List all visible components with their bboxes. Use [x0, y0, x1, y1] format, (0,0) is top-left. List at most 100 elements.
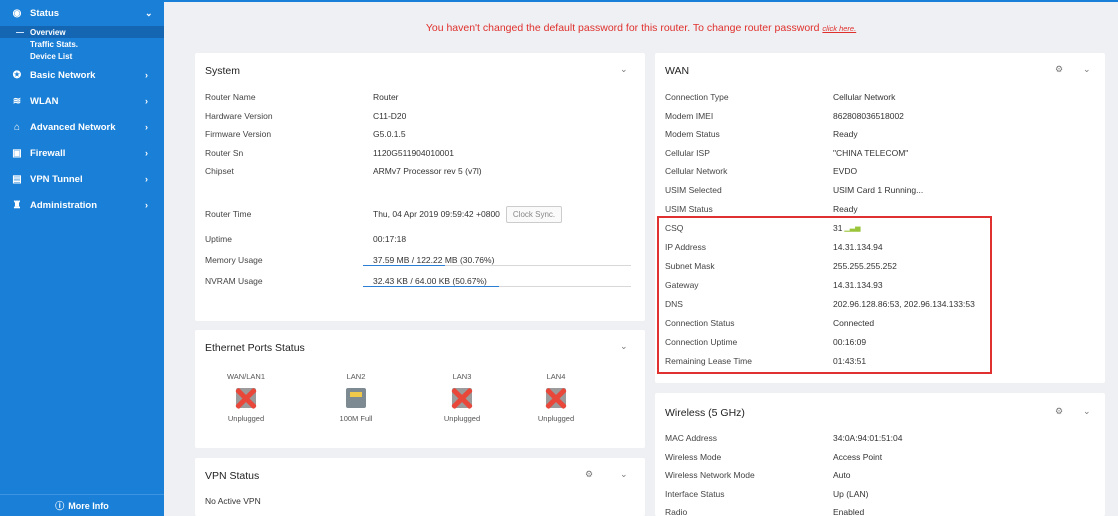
ethernet-ports-panel: Ethernet Ports Status ⌄ WAN/LAN1 Unplugg…	[195, 330, 645, 448]
chevron-right-icon: ›	[145, 70, 148, 80]
row-value: 34:0A:94:01:51:04	[833, 433, 903, 443]
row-key: MAC Address	[665, 433, 717, 443]
chevron-down-icon[interactable]: ⌄	[620, 469, 628, 480]
row-value: Cellular Network	[833, 92, 896, 102]
chevron-down-icon[interactable]: ⌄	[1083, 406, 1091, 417]
sidebar-subitem-overview[interactable]: Overview	[0, 26, 164, 38]
sidebar-item-advanced-network[interactable]: ⌂ Advanced Network ›	[0, 114, 164, 140]
row-value: Access Point	[833, 452, 883, 462]
chevron-right-icon: ›	[145, 148, 148, 158]
uptime-row: Uptime 00:17:18	[205, 230, 635, 248]
gear-icon[interactable]: ⚙	[1055, 406, 1063, 417]
ethernet-unplugged-icon	[452, 388, 472, 408]
more-info-label: More Info	[68, 500, 109, 511]
chevron-down-icon[interactable]: ⌄	[1083, 64, 1091, 75]
globe-icon: ✪	[12, 69, 22, 81]
gear-icon[interactable]: ⚙	[585, 469, 593, 480]
row-key: USIM Selected	[665, 185, 722, 195]
wan-row: Connection Type Cellular Network	[665, 88, 1095, 106]
row-key: Router Name	[205, 92, 256, 102]
row-key: USIM Status	[665, 204, 713, 214]
system-panel: System ⌄ Router Name Router Hardware Vers…	[195, 53, 645, 321]
gear-icon[interactable]: ⚙	[1055, 64, 1063, 75]
firewall-icon: ▣	[12, 147, 22, 159]
memory-usage-row: Memory Usage 37.59 MB / 122.22 MB (30.76%…	[205, 251, 635, 269]
nvram-usage-row: NVRAM Usage 32.43 KB / 64.00 KB (50.67%)	[205, 272, 635, 290]
sidebar-item-status[interactable]: ◉ Status ⌄	[0, 0, 164, 26]
sidebar-item-firewall[interactable]: ▣ Firewall ›	[0, 140, 164, 166]
row-value: ARMv7 Processor rev 5 (v7l)	[373, 166, 482, 176]
row-value: 862808036518002	[833, 111, 904, 121]
port-name: LAN4	[546, 372, 566, 381]
wireless-row: Wireless Mode Access Point	[665, 448, 1095, 466]
chevron-right-icon: ›	[145, 200, 148, 210]
vpn-status-panel: VPN Status ⚙ ⌄ No Active VPN	[195, 458, 645, 516]
wan-row: Modem IMEI 862808036518002	[665, 107, 1095, 125]
nvram-usage-bar-fill	[363, 286, 499, 287]
memory-usage-bar-fill	[363, 265, 446, 266]
highlight-box	[657, 216, 992, 374]
vpn-status-text: No Active VPN	[205, 496, 261, 506]
ethernet-unplugged-icon	[546, 388, 566, 408]
port-status: 100M Full	[339, 414, 373, 423]
port-list: WAN/LAN1 Unplugged LAN2 100M Full LAN3 U…	[195, 372, 645, 442]
row-value: Enabled	[833, 507, 865, 516]
sidebar-item-label: Basic Network	[30, 69, 96, 81]
row-value: Up (LAN)	[833, 489, 869, 499]
vpn-icon: ▤	[12, 173, 22, 185]
system-panel-title: System	[205, 65, 241, 77]
sidebar-item-vpn-tunnel[interactable]: ▤ VPN Tunnel ›	[0, 166, 164, 192]
row-key: Firmware Version	[205, 129, 272, 139]
ethernet-connected-icon	[346, 388, 366, 408]
sidebar-item-basic-network[interactable]: ✪ Basic Network ›	[0, 62, 164, 88]
memory-usage-value: 37.59 MB / 122.22 MB (30.76%)	[373, 255, 495, 265]
router-time-row: Router Time Thu, 04 Apr 2019 09:59:42 +0…	[205, 203, 635, 225]
sidebar-item-administration[interactable]: ♜ Administration ›	[0, 192, 164, 218]
row-value: Ready	[833, 129, 858, 139]
wan-row: Cellular Network EVDO	[665, 162, 1095, 180]
wan-row: Cellular ISP "CHINA TELECOM"	[665, 144, 1095, 162]
router-time-value: Thu, 04 Apr 2019 09:59:42 +0800	[373, 209, 500, 219]
wan-panel-title: WAN	[665, 65, 690, 77]
row-value: G5.0.1.5	[373, 129, 406, 139]
chevron-down-icon[interactable]: ⌄	[620, 341, 628, 352]
row-key: Cellular Network	[665, 166, 728, 176]
notice-text: You haven't changed the default password…	[425, 22, 820, 34]
port-wan-lan1: WAN/LAN1 Unplugged	[211, 372, 281, 423]
row-key: Connection Type	[665, 92, 729, 102]
system-row: Chipset ARMv7 Processor rev 5 (v7l)	[205, 162, 635, 180]
sidebar-item-label: Advanced Network	[30, 121, 116, 133]
chevron-down-icon: ⌄	[145, 7, 153, 18]
system-row: Hardware Version C11-D20	[205, 107, 635, 125]
top-accent-line	[164, 0, 1118, 2]
clock-sync-button[interactable]: Clock Sync.	[505, 205, 563, 223]
change-password-link[interactable]: click here.	[822, 24, 856, 33]
wifi-icon: ≋	[12, 95, 22, 107]
port-lan4: LAN4 Unplugged	[521, 372, 591, 423]
wireless-row: Wireless Network Mode Auto	[665, 466, 1095, 484]
vpn-panel-title: VPN Status	[205, 470, 260, 482]
sidebar-subitem-device-list[interactable]: Device List	[0, 50, 164, 62]
wireless-panel-title: Wireless (5 GHz)	[665, 407, 745, 419]
nvram-usage-value: 32.43 KB / 64.00 KB (50.67%)	[373, 276, 487, 286]
port-name: WAN/LAN1	[226, 372, 266, 381]
system-row: Firmware Version G5.0.1.5	[205, 125, 635, 143]
chevron-right-icon: ›	[145, 174, 148, 184]
sidebar-subitem-label: Traffic Stats.	[30, 39, 79, 49]
ethernet-panel-title: Ethernet Ports Status	[205, 342, 305, 354]
port-name: LAN3	[452, 372, 472, 381]
eye-icon: ◉	[12, 7, 22, 19]
chevron-down-icon[interactable]: ⌄	[620, 64, 628, 75]
wireless-row: MAC Address 34:0A:94:01:51:04	[665, 429, 1095, 447]
row-key: Interface Status	[665, 489, 725, 499]
sidebar-item-label: Status	[30, 7, 60, 19]
uptime-value: 00:17:18	[373, 234, 407, 244]
row-key: Radio	[665, 507, 688, 516]
sidebar-subitem-traffic-stats[interactable]: Traffic Stats.	[0, 38, 164, 50]
row-value: C11-D20	[373, 111, 407, 121]
row-value: EVDO	[833, 166, 858, 176]
sidebar-item-wlan[interactable]: ≋ WLAN ›	[0, 88, 164, 114]
row-key: NVRAM Usage	[205, 276, 263, 286]
row-value: "CHINA TELECOM"	[833, 148, 909, 158]
more-info-button[interactable]: ⓘ More Info	[0, 494, 164, 516]
